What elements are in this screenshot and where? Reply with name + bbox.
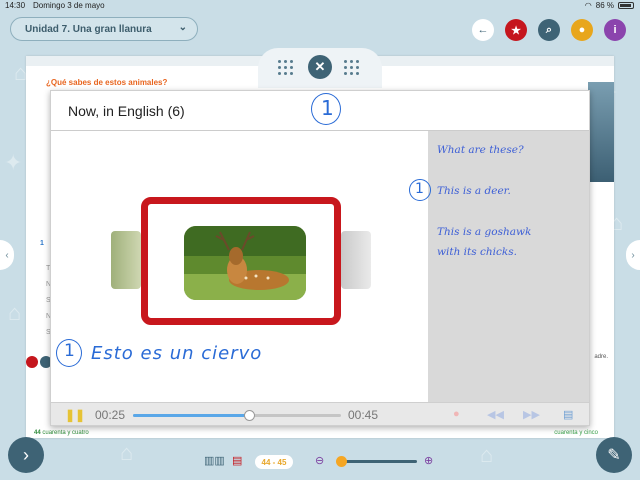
fast-forward-icon[interactable]: ▶▶ xyxy=(523,408,540,421)
progress-knob[interactable] xyxy=(244,410,256,421)
slide-carousel[interactable] xyxy=(111,191,371,325)
current-time: 00:25 xyxy=(95,408,126,422)
page-number-left: 44 cuarenta y cuatro xyxy=(34,430,89,436)
progress-fill xyxy=(133,414,250,417)
header-annotation: 1 xyxy=(321,96,334,120)
lightbulb-icon: ● xyxy=(578,24,586,36)
star-icon: ★ xyxy=(511,24,521,37)
page-range[interactable]: 44 - 45 xyxy=(255,455,293,469)
answer-2-line1: This is a goshawk xyxy=(437,226,532,238)
search-icon: ⌕ xyxy=(545,23,553,36)
info-button[interactable]: i xyxy=(604,19,626,41)
answer-2-line2: with its chicks. xyxy=(437,246,517,258)
answer-heading: What are these? xyxy=(437,144,524,156)
current-slide[interactable] xyxy=(141,197,341,325)
favorites-button[interactable]: ★ xyxy=(505,19,527,41)
chevron-left-icon: ‹ xyxy=(5,249,9,261)
pdf-icon[interactable]: ▤ xyxy=(232,454,242,467)
chevron-right-icon: › xyxy=(23,444,29,465)
unit-selector-label: Unidad 7. Una gran llanura xyxy=(25,23,152,35)
activity-modal: Now, in English (6) 1 1 Esto es un cierv… xyxy=(50,90,590,426)
note-text: Esto es un ciervo xyxy=(91,343,263,364)
pause-button[interactable]: ❚❚ xyxy=(65,408,85,422)
search-button[interactable]: ⌕ xyxy=(538,19,560,41)
info-icon: i xyxy=(613,24,617,36)
zoom-slider-knob[interactable] xyxy=(336,456,347,467)
rewind-icon[interactable]: ◀◀ xyxy=(487,408,504,421)
transcript-icon[interactable]: ▤ xyxy=(563,408,573,421)
drag-handle-left-icon[interactable] xyxy=(278,60,294,76)
close-button[interactable]: ✕ xyxy=(308,55,332,79)
back-arrow-icon: ← xyxy=(477,24,489,36)
chevron-right-icon: › xyxy=(631,249,635,261)
answer-number: 1 xyxy=(415,181,424,197)
play-audio-icon[interactable] xyxy=(26,356,38,368)
modal-title: Now, in English (6) xyxy=(68,103,185,119)
page-question: ¿Qué sabes de estos animales? xyxy=(46,78,168,87)
pencil-icon: ✎ xyxy=(607,447,621,464)
page-bullet: 1 xyxy=(40,240,44,247)
subtitles-icon[interactable]: ● xyxy=(453,408,460,420)
drag-handle-right-icon[interactable] xyxy=(344,60,360,76)
next-slide-thumbnail[interactable] xyxy=(341,231,371,289)
page-number-right: cuarenta y cinco xyxy=(554,430,598,436)
next-button[interactable]: › xyxy=(8,437,44,473)
progress-track[interactable] xyxy=(133,410,341,421)
audio-controls xyxy=(26,356,52,368)
chevron-down-icon: ⌄ xyxy=(178,22,187,33)
modal-header: Now, in English (6) 1 xyxy=(51,91,589,131)
zoom-out-icon[interactable]: ⊖ xyxy=(315,454,324,467)
ideas-button[interactable]: ● xyxy=(571,19,593,41)
note-number: 1 xyxy=(64,341,75,361)
edit-button[interactable]: ✎ xyxy=(596,437,632,473)
zoom-in-icon[interactable]: ⊕ xyxy=(424,454,433,467)
close-icon: ✕ xyxy=(314,59,326,74)
end-time: 00:45 xyxy=(348,408,379,422)
answer-1: This is a deer. xyxy=(437,185,511,197)
pause-icon: ❚❚ xyxy=(65,408,86,422)
prev-slide-thumbnail[interactable] xyxy=(111,231,141,289)
back-button[interactable]: ← xyxy=(472,19,494,41)
page-side-text: adre. xyxy=(594,354,608,360)
zoom-slider[interactable] xyxy=(342,460,417,463)
page-photo xyxy=(588,82,614,182)
media-bar: ❚❚ 00:25 00:45 ● ◀◀ ▶▶ ▤ xyxy=(51,402,589,425)
book-view-icon[interactable]: ▥▥ xyxy=(204,454,225,467)
unit-selector[interactable]: Unidad 7. Una gran llanura ⌄ xyxy=(10,17,198,41)
answer-panel: What are these? 1 This is a deer. This i… xyxy=(409,131,589,403)
deer-image xyxy=(184,226,306,300)
modal-tab: ✕ xyxy=(258,48,382,88)
